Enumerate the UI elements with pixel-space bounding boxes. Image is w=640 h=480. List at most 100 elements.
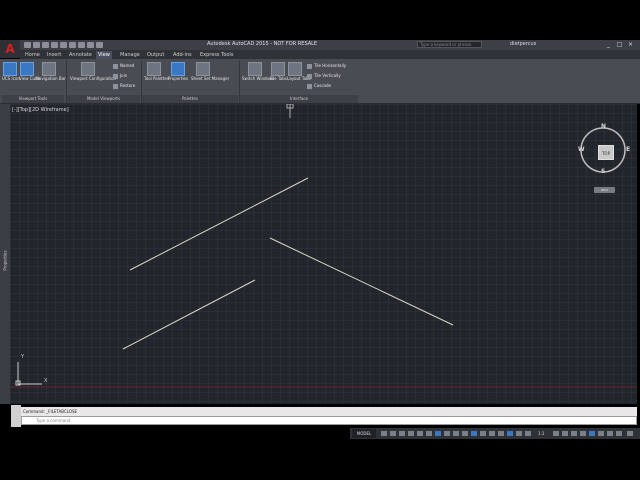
snap-icon[interactable] bbox=[390, 431, 396, 436]
file-tabs-button[interactable]: File Tabs bbox=[270, 62, 287, 81]
undo-icon[interactable] bbox=[78, 42, 85, 48]
selection-filter-icon[interactable] bbox=[489, 431, 495, 436]
drawing-svg bbox=[10, 104, 637, 388]
view-cube-button[interactable]: View Cube bbox=[19, 62, 40, 81]
ucs-y-label: Y bbox=[21, 354, 25, 360]
ucs-icon bbox=[3, 62, 17, 76]
view-cube-icon bbox=[20, 62, 34, 76]
transparency-icon[interactable] bbox=[453, 431, 459, 436]
model-space-button[interactable]: MODEL bbox=[352, 429, 376, 438]
plot-icon[interactable] bbox=[60, 42, 67, 48]
ucs-icon-button[interactable]: UCS Icon bbox=[2, 62, 20, 81]
tile-horizontally-button[interactable]: Tile Horizontally bbox=[307, 62, 346, 69]
viewport-controls[interactable]: [-][Top][2D Wireframe] bbox=[12, 107, 69, 113]
tile-vertically-button[interactable]: Tile Vertically bbox=[307, 72, 341, 79]
sheet-set-manager-button[interactable]: Sheet Set Manager bbox=[191, 62, 229, 81]
tab-insert[interactable]: Insert bbox=[45, 51, 63, 59]
layout-tabs-button[interactable]: Layout Tabs bbox=[287, 62, 311, 81]
annotation-monitor-icon[interactable] bbox=[562, 431, 568, 436]
tile-vertically-icon bbox=[307, 73, 312, 79]
maximize-button[interactable]: □ bbox=[616, 41, 623, 48]
wcs-menu-button[interactable]: WCS bbox=[594, 187, 615, 193]
units-icon[interactable] bbox=[571, 431, 577, 436]
navigation-bar-icon bbox=[42, 62, 56, 76]
file-tabs-icon bbox=[271, 62, 285, 76]
grid-icon[interactable] bbox=[381, 431, 387, 436]
lock-ui-icon[interactable] bbox=[589, 431, 595, 436]
tab-home[interactable]: Home bbox=[23, 51, 42, 59]
lineweight-icon[interactable] bbox=[444, 431, 450, 436]
object-snap-tracking-icon[interactable] bbox=[426, 431, 432, 436]
viewport-configuration-icon bbox=[81, 62, 95, 76]
annotation-scale-value[interactable]: 1:1 bbox=[538, 429, 544, 438]
save-as-icon[interactable] bbox=[51, 42, 58, 48]
compass-west[interactable]: W bbox=[578, 146, 585, 153]
annotation-scale-icon[interactable] bbox=[525, 431, 531, 436]
drawn-line[interactable] bbox=[129, 177, 309, 271]
cascade-button[interactable]: Cascade bbox=[307, 82, 331, 89]
viewcube-top-face[interactable]: TOP bbox=[598, 145, 614, 160]
ortho-icon[interactable] bbox=[399, 431, 405, 436]
user-name[interactable]: dietpercus bbox=[510, 41, 536, 47]
cascade-icon bbox=[307, 83, 312, 89]
new-file-icon[interactable] bbox=[24, 42, 31, 48]
tool-palettes-icon bbox=[147, 62, 161, 76]
isolate-objects-icon[interactable] bbox=[598, 431, 604, 436]
drawn-line[interactable] bbox=[269, 237, 454, 326]
open-file-icon[interactable] bbox=[33, 42, 40, 48]
selection-cycling-icon[interactable] bbox=[462, 431, 468, 436]
polar-icon[interactable] bbox=[408, 431, 414, 436]
share-icon[interactable] bbox=[69, 42, 76, 48]
application-menu-button[interactable]: A bbox=[0, 40, 20, 58]
dynamic-ucs-icon[interactable] bbox=[480, 431, 486, 436]
drawn-line[interactable] bbox=[122, 279, 256, 350]
tab-manage[interactable]: Manage bbox=[118, 51, 142, 59]
tab-annotate[interactable]: Annotate bbox=[67, 51, 94, 59]
tab-view[interactable]: View bbox=[96, 51, 112, 59]
panel-viewport-tools[interactable]: Viewport Tools bbox=[2, 95, 64, 103]
panel-palettes[interactable]: Palettes bbox=[142, 95, 238, 103]
hardware-acceleration-icon[interactable] bbox=[607, 431, 613, 436]
navigation-bar-button[interactable]: Navigation Bar bbox=[36, 62, 66, 81]
command-line-handle[interactable] bbox=[11, 405, 21, 427]
panel-interface[interactable]: Interface bbox=[240, 95, 358, 103]
auto-scale-icon[interactable] bbox=[516, 431, 522, 436]
join-icon bbox=[113, 73, 118, 79]
workspace-gear-icon[interactable] bbox=[553, 431, 559, 436]
tab-add-ins[interactable]: Add-ins bbox=[171, 51, 194, 59]
sheet-set-icon bbox=[196, 62, 210, 76]
command-input[interactable]: Type a command bbox=[21, 416, 637, 425]
join-viewports-button[interactable]: Join bbox=[113, 72, 127, 79]
restore-viewports-button[interactable]: Restore bbox=[113, 82, 135, 89]
minimize-button[interactable]: _ bbox=[605, 41, 612, 48]
properties-icon bbox=[171, 62, 185, 76]
annotation-visibility-icon[interactable] bbox=[507, 431, 513, 436]
quick-properties-icon[interactable] bbox=[580, 431, 586, 436]
ribbon-tab-bar: Home Insert Annotate View Manage Output … bbox=[20, 50, 640, 59]
compass-south[interactable]: S bbox=[601, 168, 605, 175]
panel-model-viewports[interactable]: Model Viewports bbox=[67, 95, 140, 103]
redo-icon[interactable] bbox=[87, 42, 94, 48]
quick-access-dropdown-icon[interactable] bbox=[96, 42, 103, 48]
close-button[interactable]: × bbox=[627, 41, 634, 48]
object-snap-icon[interactable] bbox=[435, 431, 441, 436]
isodraft-icon[interactable] bbox=[417, 431, 423, 436]
customization-menu-icon[interactable] bbox=[627, 431, 633, 436]
compass-north[interactable]: N bbox=[601, 123, 606, 130]
3d-osnap-icon[interactable] bbox=[471, 431, 477, 436]
viewport-configuration-button[interactable]: Viewport Configuration bbox=[70, 62, 116, 81]
tool-palettes-button[interactable]: Tool Palettes bbox=[144, 62, 169, 81]
clean-screen-icon[interactable] bbox=[616, 431, 622, 436]
properties-button[interactable]: Properties bbox=[166, 62, 190, 81]
restore-icon bbox=[113, 83, 118, 89]
gizmo-icon[interactable] bbox=[498, 431, 504, 436]
drawing-canvas[interactable] bbox=[10, 104, 637, 404]
compass-east[interactable]: E bbox=[626, 146, 630, 153]
switch-windows-button[interactable]: Switch Windows bbox=[242, 62, 274, 81]
tab-express-tools[interactable]: Express Tools bbox=[198, 51, 235, 59]
save-icon[interactable] bbox=[42, 42, 49, 48]
tab-output[interactable]: Output bbox=[145, 51, 166, 59]
search-input[interactable]: Type a keyword or phrase bbox=[417, 41, 482, 48]
window-title: Autodesk AutoCAD 2015 - NOT FOR RESALE bbox=[207, 41, 318, 47]
named-viewports-button[interactable]: Named bbox=[113, 62, 134, 69]
